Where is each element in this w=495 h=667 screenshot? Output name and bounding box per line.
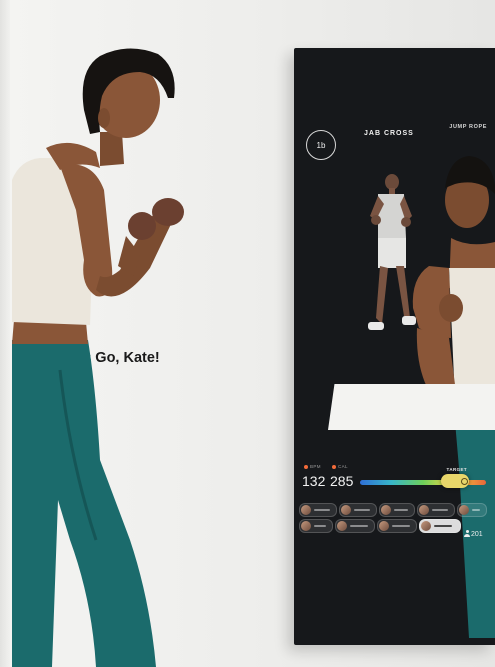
leaderboard-entry	[379, 503, 415, 517]
leaderboard-entry	[377, 519, 417, 533]
person-icon	[464, 530, 470, 537]
next-move: JUMP ROPE	[449, 124, 487, 130]
bpm-value: 132	[302, 473, 326, 489]
smart-mirror: 1b JAB CROSS JUMP ROPE BPM 132 CAL 285 T…	[294, 48, 495, 645]
cal-value: 285	[330, 473, 354, 489]
participants-count: 201	[464, 530, 483, 538]
bpm-dot-icon	[304, 464, 308, 469]
bpm-caption: BPM	[304, 464, 321, 469]
target-caption: TARGET	[446, 467, 468, 472]
leaderboard-entry	[339, 503, 377, 517]
target-ring-icon	[460, 478, 468, 485]
leaderboard-entry-self	[419, 519, 461, 533]
motivation-banner	[328, 384, 495, 430]
cal-dot-icon	[332, 464, 336, 469]
timer-value: 1b	[316, 140, 326, 150]
target-marker	[440, 474, 469, 488]
timer-ring: 1b	[306, 130, 336, 160]
leaderboard-entry	[335, 519, 375, 533]
leaderboard-entry	[417, 503, 455, 517]
leaderboard-entry	[299, 519, 333, 533]
leaderboard-entry	[457, 503, 487, 517]
leaderboard-entry	[299, 503, 337, 517]
cal-caption: CAL	[332, 464, 348, 469]
woman-boxing	[12, 48, 184, 667]
current-move: JAB CROSS	[364, 130, 414, 137]
